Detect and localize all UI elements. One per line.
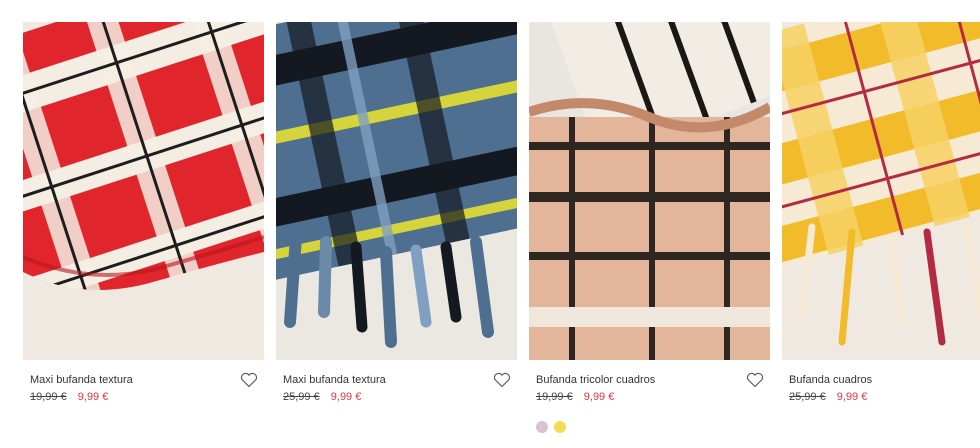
sale-price: 9,99 € [77, 391, 109, 403]
heart-icon[interactable] [493, 372, 511, 388]
sale-price: 9,99 € [330, 391, 362, 403]
heart-icon[interactable] [746, 372, 764, 388]
product-image[interactable] [782, 22, 980, 360]
product-name[interactable]: Bufanda cuadros [789, 374, 872, 386]
original-price: 25,99 € [283, 391, 320, 403]
price-group: 25,99 € 9,99 € [789, 391, 867, 403]
product-carousel: Maxi bufanda textura 19,99 € 9,99 € Maxi… [0, 0, 980, 448]
product-card[interactable]: Bufanda tricolor cuadros 19,99 € 9,99 € [529, 22, 770, 420]
product-name[interactable]: Maxi bufanda textura [283, 374, 386, 386]
product-image[interactable] [529, 22, 770, 360]
scarf-red-check-image [23, 22, 264, 360]
price-group: 19,99 € 9,99 € [536, 391, 614, 403]
sale-price: 9,99 € [583, 391, 615, 403]
price-group: 25,99 € 9,99 € [283, 391, 361, 403]
carousel-pagination [536, 421, 566, 433]
product-card[interactable]: Maxi bufanda textura 19,99 € 9,99 € [23, 22, 264, 420]
original-price: 25,99 € [789, 391, 826, 403]
price-group: 19,99 € 9,99 € [30, 391, 108, 403]
product-card[interactable]: Bufanda cuadros 25,99 € 9,99 € [782, 22, 980, 420]
original-price: 19,99 € [30, 391, 67, 403]
sale-price: 9,99 € [836, 391, 868, 403]
product-image[interactable] [23, 22, 264, 360]
scarf-tricolor-check-image [529, 22, 770, 360]
product-card[interactable]: Maxi bufanda textura 25,99 € 9,99 € [276, 22, 517, 420]
product-name[interactable]: Bufanda tricolor cuadros [536, 374, 655, 386]
pagination-dot[interactable] [554, 421, 566, 433]
product-name[interactable]: Maxi bufanda textura [30, 374, 133, 386]
original-price: 19,99 € [536, 391, 573, 403]
scarf-yellow-check-image [782, 22, 980, 360]
product-image[interactable] [276, 22, 517, 360]
pagination-dot[interactable] [536, 421, 548, 433]
scarf-blue-check-image [276, 22, 517, 360]
heart-icon[interactable] [240, 372, 258, 388]
product-track: Maxi bufanda textura 19,99 € 9,99 € Maxi… [23, 22, 980, 420]
